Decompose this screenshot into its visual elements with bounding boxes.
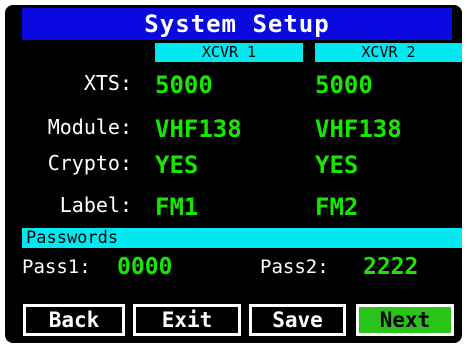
crypto-xcvr2-value[interactable]: YES [315, 151, 358, 179]
label-label: Label: [59, 193, 132, 217]
column-header-xcvr2: XCVR 2 [315, 43, 462, 62]
label-xcvr1-value[interactable]: FM1 [155, 193, 198, 221]
crypto-label: Crypto: [47, 151, 132, 175]
pass1-label: Pass1: [22, 256, 91, 278]
xts-xcvr2-value[interactable]: 5000 [315, 71, 373, 99]
pass2-label: Pass2: [260, 256, 329, 278]
pass1-value[interactable]: 0000 [117, 254, 172, 280]
xts-label: XTS: [83, 71, 132, 95]
pass2-value[interactable]: 2222 [363, 254, 418, 280]
system-setup-screen: System Setup XCVR 1 XCVR 2 XTS: 5000 500… [5, 5, 462, 343]
module-label: Module: [47, 115, 132, 139]
passwords-section-header: Passwords [22, 228, 462, 248]
exit-button[interactable]: Exit [133, 304, 241, 336]
module-xcvr2-value[interactable]: VHF138 [315, 115, 402, 143]
page-title: System Setup [22, 8, 452, 40]
crypto-xcvr1-value[interactable]: YES [155, 151, 198, 179]
module-xcvr1-value[interactable]: VHF138 [155, 115, 242, 143]
save-button[interactable]: Save [249, 304, 346, 336]
back-button[interactable]: Back [23, 304, 125, 336]
column-header-xcvr1: XCVR 1 [155, 43, 303, 62]
label-xcvr2-value[interactable]: FM2 [315, 193, 358, 221]
next-button[interactable]: Next [356, 304, 454, 336]
xts-xcvr1-value[interactable]: 5000 [155, 71, 213, 99]
